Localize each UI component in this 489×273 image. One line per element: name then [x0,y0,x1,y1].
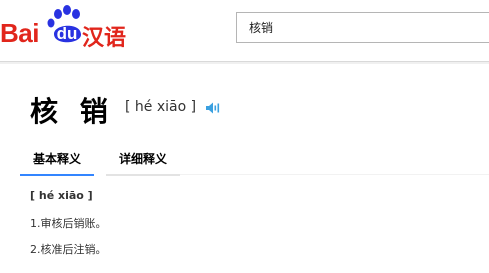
page: Bai du 汉语 核 销 [ hé xiāo ] 基本释义 详细释义 [ hé… [0,0,489,273]
logo-text-hanyu: 汉语 [82,25,127,50]
tabs-divider [180,174,489,175]
tab-basic-definition[interactable]: 基本释义 [20,148,94,176]
word-title: 核 销 [30,95,114,128]
definition-pinyin: [ hé xiāo ] [30,189,93,202]
search-input[interactable] [236,12,489,43]
logo-text-bai: Bai [0,18,39,48]
word-pinyin: [ hé xiāo ] [125,99,197,115]
logo-text-du: du [56,24,78,43]
definition-item: 2.核准后注销。 [30,243,107,256]
header: Bai du 汉语 [0,0,489,64]
definition-tabs: 基本释义 详细释义 [20,148,489,176]
tab-detailed-definition[interactable]: 详细释义 [106,148,180,176]
definition-item: 1.审核后销账。 [30,217,107,230]
speaker-icon[interactable] [205,100,221,114]
baidu-hanyu-logo[interactable]: Bai du 汉语 [0,4,130,52]
header-divider-shadow [0,62,489,64]
